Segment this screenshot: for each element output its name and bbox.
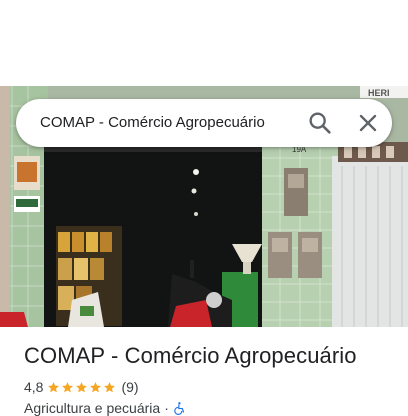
star-rating (47, 381, 117, 394)
star-icon (76, 381, 88, 392)
star-icon (48, 381, 60, 392)
search-input[interactable]: COMAP - Comércio Agropecuário (40, 99, 265, 147)
star-icon (62, 381, 74, 392)
svg-text:HERI: HERI (368, 88, 390, 98)
star-icon (104, 381, 116, 392)
wheelchair-icon (174, 402, 184, 415)
search-bar[interactable]: COMAP - Comércio Agropecuário (16, 99, 392, 147)
star-icon (90, 381, 102, 392)
rating-row[interactable]: 4,8 (9) (24, 378, 139, 396)
review-count[interactable]: (9) (121, 379, 138, 395)
search-icon[interactable] (306, 109, 334, 137)
rating-value: 4,8 (24, 379, 44, 395)
close-icon[interactable] (354, 109, 382, 137)
top-blank-area (0, 0, 408, 86)
place-title: COMAP - Comércio Agropecuário (24, 343, 357, 368)
